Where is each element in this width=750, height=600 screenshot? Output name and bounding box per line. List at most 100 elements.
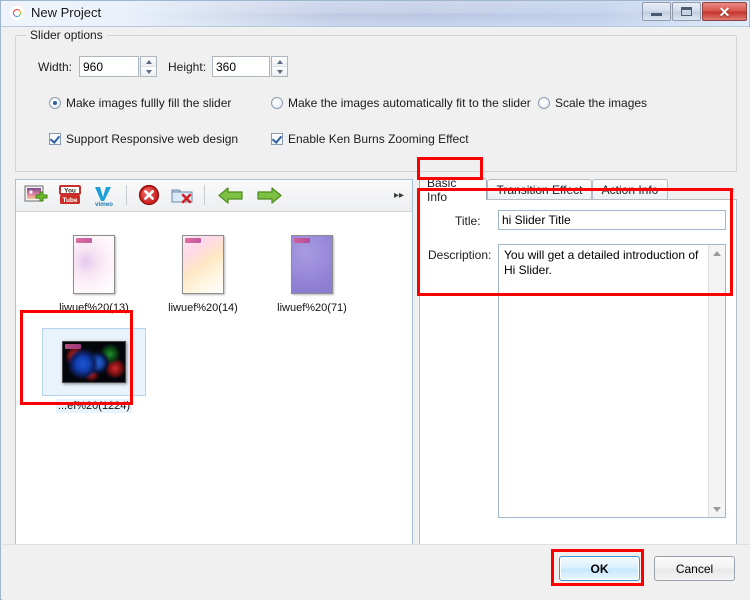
title-bar-glass [1, 1, 749, 26]
checkbox-ken-burns-label: Enable Ken Burns Zooming Effect [288, 132, 469, 146]
checkbox-icon [49, 133, 61, 145]
height-stepper-up[interactable] [272, 57, 287, 67]
slider-options-legend: Slider options [26, 28, 107, 42]
list-item[interactable]: liwuef%20(13) [42, 230, 146, 315]
delete-icon [138, 184, 160, 206]
clear-all-button[interactable] [170, 183, 196, 208]
media-toolbar: You Tube vimeo ▸▸ [16, 180, 412, 212]
radio-dot-icon [538, 97, 550, 109]
width-stepper-up[interactable] [141, 57, 156, 67]
thumbnail-caption: liwuef%20(13) [59, 302, 129, 314]
add-image-button[interactable] [23, 183, 49, 208]
watermark-badge [185, 237, 201, 243]
width-input[interactable] [79, 56, 139, 77]
tab-basic-info[interactable]: Basic Info [419, 176, 487, 204]
thumbnail-image [291, 234, 333, 294]
tab-strip: Basic Info Transition Effect Action Info [419, 176, 737, 204]
watermark-badge [294, 237, 310, 243]
new-project-dialog: New Project ✕ Slider options Width: 960 … [0, 0, 750, 600]
height-stepper-down[interactable] [272, 67, 287, 76]
title-label: Title: [455, 214, 481, 228]
radio-auto-fit-label: Make the images automatically fit to the… [288, 96, 531, 110]
thumbnail-caption: liwuef%20(71) [277, 302, 347, 314]
toolbar-separator [126, 185, 127, 205]
app-logo-icon [9, 5, 25, 21]
vimeo-icon: vimeo [95, 187, 113, 208]
arrow-left-icon [218, 187, 243, 204]
thumbnail-image [182, 234, 224, 294]
tab-panel-basic-info: Title: Description: You will get a detai… [419, 199, 737, 545]
window-controls: ✕ [641, 2, 747, 21]
width-label: Width: [38, 60, 73, 74]
checkbox-responsive[interactable]: Support Responsive web design [49, 132, 238, 146]
radio-fill-slider-label: Make images fullly fill the slider [66, 96, 232, 110]
list-item[interactable]: liwuef%20(14) [151, 230, 255, 315]
height-input[interactable] [212, 56, 270, 77]
width-stepper[interactable] [140, 56, 157, 77]
svg-text:Tube: Tube [62, 197, 77, 204]
chevron-up-icon [276, 59, 283, 64]
folder-delete-icon [171, 189, 193, 204]
thumbnail-image-wrap [42, 328, 146, 396]
radio-fill-slider[interactable]: Make images fullly fill the slider [49, 96, 231, 110]
watermark-badge [65, 344, 81, 349]
description-scrollbar[interactable] [708, 245, 725, 517]
thumbnail-image [62, 341, 126, 383]
checkbox-icon [271, 133, 283, 145]
add-youtube-button[interactable]: You Tube [57, 183, 83, 208]
radio-scale-images[interactable]: Scale the images [538, 96, 647, 110]
tab-basic-info-label: Basic Info [427, 175, 457, 204]
add-vimeo-button[interactable]: vimeo [91, 183, 117, 208]
thumbnail-caption: liwuef%20(14) [168, 302, 238, 314]
title-bar: New Project ✕ [1, 1, 749, 27]
chevron-up-icon [145, 59, 152, 64]
thumbnail-image-wrap [151, 230, 255, 298]
add-image-icon [24, 185, 48, 202]
ok-button[interactable]: OK [559, 556, 640, 581]
checkbox-ken-burns[interactable]: Enable Ken Burns Zooming Effect [271, 132, 469, 146]
dialog-footer: OK Cancel [2, 544, 750, 600]
tab-action-info[interactable]: Action Info [592, 179, 668, 200]
tab-transition-effect-label: Transition Effect [496, 183, 583, 197]
height-stepper[interactable] [271, 56, 288, 77]
close-icon: ✕ [718, 3, 731, 20]
radio-scale-images-label: Scale the images [555, 96, 648, 110]
title-input[interactable] [498, 210, 726, 230]
arrow-right-icon [257, 187, 282, 204]
close-button[interactable]: ✕ [702, 2, 747, 21]
list-item[interactable]: liwuef%20(71) [260, 230, 364, 315]
tab-action-info-label: Action Info [601, 183, 659, 197]
radio-auto-fit[interactable]: Make the images automatically fit to the… [271, 96, 531, 110]
svg-text:You: You [64, 188, 76, 195]
maximize-icon [681, 7, 692, 16]
tab-transition-effect[interactable]: Transition Effect [487, 179, 592, 200]
toolbar-separator [204, 185, 205, 205]
thumbnail-caption: ...ef%20(1224) [55, 399, 133, 413]
maximize-button[interactable] [672, 2, 701, 21]
thumbnail-grid: liwuef%20(13) liwuef%20(14) liwuef%20(71… [16, 212, 412, 545]
minimize-button[interactable] [642, 2, 671, 21]
toolbar-overflow-button[interactable]: ▸▸ [389, 183, 409, 207]
app-root: Creating Hi Slider New Project ✕ [0, 0, 750, 600]
properties-panel: Basic Info Transition Effect Action Info… [419, 176, 737, 545]
scroll-up-button[interactable] [709, 245, 725, 261]
cancel-button[interactable]: Cancel [654, 556, 735, 581]
move-left-button[interactable] [216, 183, 246, 208]
watermark-badge [76, 237, 92, 243]
thumbnail-image-wrap [42, 230, 146, 298]
radio-dot-icon [271, 97, 283, 109]
height-label: Height: [168, 60, 207, 74]
width-stepper-down[interactable] [141, 67, 156, 76]
chevron-down-icon [276, 69, 283, 74]
description-label: Description: [428, 248, 492, 262]
delete-button[interactable] [136, 183, 162, 208]
radio-dot-icon [49, 97, 61, 109]
svg-text:vimeo: vimeo [95, 201, 113, 208]
dialog-client-area: Slider options Width: Height: Make image… [2, 27, 750, 600]
scroll-down-button[interactable] [709, 501, 725, 517]
list-item-selected[interactable]: ...ef%20(1224) [42, 328, 146, 413]
slider-options-group: Slider options Width: Height: Make image… [15, 28, 737, 172]
description-textarea[interactable]: You will get a detailed introduction of … [498, 244, 726, 518]
move-right-button[interactable] [254, 183, 284, 208]
media-panel: You Tube vimeo ▸▸ liwuef%20(13) liwuef%2… [15, 179, 413, 545]
